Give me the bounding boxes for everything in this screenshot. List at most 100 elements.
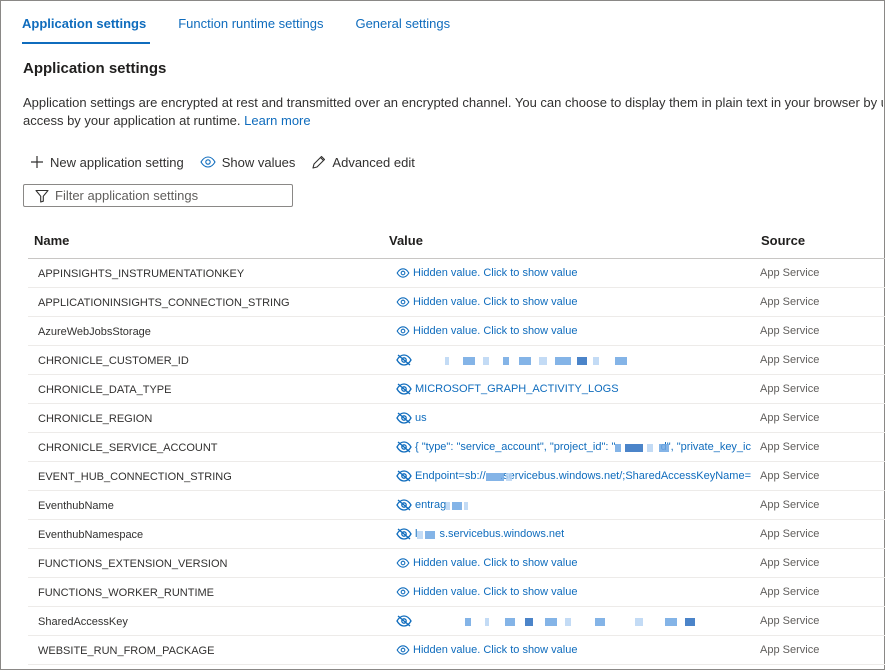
- setting-source: App Service: [760, 354, 820, 366]
- eye-icon[interactable]: [396, 297, 413, 307]
- eye-icon: [200, 156, 216, 168]
- eye-icon[interactable]: [396, 645, 413, 655]
- toolbar: New application setting Show values Adva…: [30, 152, 431, 172]
- setting-source: App Service: [760, 296, 820, 308]
- setting-name: EventhubNamespace: [38, 529, 144, 541]
- setting-value[interactable]: [396, 351, 751, 369]
- new-application-setting-label: New application setting: [50, 154, 184, 170]
- setting-value-text: Hidden value. Click to show value: [413, 586, 578, 598]
- table-row[interactable]: EventhubName entrag App Service: [28, 491, 885, 520]
- setting-source: App Service: [760, 412, 820, 424]
- table-row[interactable]: FUNCTIONS_WORKER_RUNTIME Hidden value. C…: [28, 578, 885, 607]
- learn-more-link[interactable]: Learn more: [244, 113, 310, 128]
- setting-value-text: s.servicebus.windows.net: [439, 528, 565, 540]
- eye-icon[interactable]: [396, 587, 413, 597]
- setting-value[interactable]: [396, 612, 751, 630]
- tab-bar: Application settings Function runtime se…: [22, 14, 482, 44]
- eye-off-icon[interactable]: [396, 441, 415, 453]
- filter-input[interactable]: [55, 188, 275, 203]
- setting-name: APPINSIGHTS_INSTRUMENTATIONKEY: [38, 268, 245, 280]
- table-row[interactable]: WEBSITE_RUN_FROM_PACKAGE Hidden value. C…: [28, 636, 885, 665]
- table-row[interactable]: EVENT_HUB_CONNECTION_STRING Endpoint=sb:…: [28, 462, 885, 491]
- setting-value[interactable]: MICROSOFT_GRAPH_ACTIVITY_LOGS: [396, 380, 751, 398]
- setting-value[interactable]: us: [396, 409, 751, 427]
- setting-name: EVENT_HUB_CONNECTION_STRING: [38, 471, 232, 483]
- setting-value[interactable]: { "type": "service_account", "project_id…: [396, 438, 751, 456]
- filter-box: [23, 184, 293, 207]
- setting-name: EventhubName: [38, 500, 114, 512]
- setting-value-text: Hidden value. Click to show value: [413, 267, 578, 279]
- setting-value-text: Endpoint=sb://: [415, 470, 486, 482]
- redacted-value: [446, 499, 470, 511]
- table-row[interactable]: EventhubNamespace l s.servicebus.windows.…: [28, 520, 885, 549]
- setting-value[interactable]: Endpoint=sb:// .servicebus.windows.net/;S…: [396, 467, 751, 485]
- redacted-value: [415, 354, 705, 366]
- setting-source: App Service: [760, 383, 820, 395]
- column-header-name[interactable]: Name: [34, 233, 69, 248]
- eye-off-icon[interactable]: [396, 354, 415, 366]
- setting-value[interactable]: Hidden value. Click to show value: [396, 554, 751, 572]
- filter-icon: [35, 189, 49, 203]
- eye-icon[interactable]: [396, 558, 413, 568]
- setting-name: CHRONICLE_DATA_TYPE: [38, 384, 172, 396]
- table-row[interactable]: FUNCTIONS_EXTENSION_VERSION Hidden value…: [28, 549, 885, 578]
- redacted-value: [615, 441, 670, 453]
- setting-name: FUNCTIONS_WORKER_RUNTIME: [38, 587, 215, 599]
- page-title: Application settings: [23, 60, 167, 77]
- tab-general-settings[interactable]: General settings: [355, 14, 450, 42]
- setting-value[interactable]: l s.servicebus.windows.net: [396, 525, 751, 543]
- setting-value[interactable]: entrag: [396, 496, 751, 514]
- eye-off-icon[interactable]: [396, 383, 415, 395]
- setting-value-text: { "type": "service_account", "project_id…: [415, 441, 616, 453]
- setting-source: App Service: [760, 325, 820, 337]
- table-row[interactable]: APPLICATIONINSIGHTS_CONNECTION_STRING Hi…: [28, 288, 885, 317]
- eye-icon[interactable]: [396, 268, 413, 278]
- setting-value[interactable]: Hidden value. Click to show value: [396, 293, 751, 311]
- redacted-value: [417, 528, 439, 540]
- eye-off-icon[interactable]: [396, 412, 415, 424]
- column-header-source[interactable]: Source: [761, 233, 805, 248]
- new-application-setting-button[interactable]: New application setting: [30, 155, 184, 170]
- show-values-label: Show values: [221, 154, 296, 170]
- setting-value-text: d", "private_key_ic: [660, 441, 751, 453]
- setting-name: CHRONICLE_REGION: [38, 413, 153, 425]
- setting-value[interactable]: Hidden value. Click to show value: [396, 583, 751, 601]
- table-row[interactable]: AzureWebJobsStorage Hidden value. Click …: [28, 317, 885, 346]
- table-row[interactable]: CHRONICLE_DATA_TYPE MICROSOFT_GRAPH_ACTI…: [28, 375, 885, 404]
- show-values-button[interactable]: Show values: [200, 154, 296, 170]
- setting-source: App Service: [760, 528, 820, 540]
- description: Application settings are encrypted at re…: [23, 94, 883, 130]
- setting-value-text: Hidden value. Click to show value: [413, 644, 578, 656]
- setting-value-text: Hidden value. Click to show value: [413, 557, 578, 569]
- table-row[interactable]: CHRONICLE_CUSTOMER_ID App Service: [28, 346, 885, 375]
- advanced-edit-button[interactable]: Advanced edit: [311, 155, 415, 170]
- eye-off-icon[interactable]: [396, 615, 415, 627]
- eye-off-icon[interactable]: [396, 470, 415, 482]
- table-row[interactable]: APPINSIGHTS_INSTRUMENTATIONKEY Hidden va…: [28, 259, 885, 288]
- setting-value-text: Hidden value. Click to show value: [413, 325, 578, 337]
- setting-value-text: .servicebus.windows.net/;SharedAccessKey…: [500, 470, 751, 482]
- setting-source: App Service: [760, 615, 820, 627]
- setting-value[interactable]: Hidden value. Click to show value: [396, 264, 751, 282]
- setting-source: App Service: [760, 267, 820, 279]
- plus-icon: [31, 156, 43, 168]
- tab-application-settings[interactable]: Application settings: [22, 14, 151, 44]
- eye-off-icon[interactable]: [396, 528, 415, 540]
- tab-function-runtime-settings[interactable]: Function runtime settings: [178, 14, 323, 42]
- setting-name: WEBSITE_RUN_FROM_PACKAGE: [38, 645, 215, 657]
- setting-source: App Service: [760, 441, 820, 453]
- setting-value-text: entrag: [415, 499, 447, 511]
- table-row[interactable]: CHRONICLE_SERVICE_ACCOUNT { "type": "ser…: [28, 433, 885, 462]
- column-header-value[interactable]: Value: [389, 233, 423, 248]
- eye-icon[interactable]: [396, 326, 413, 336]
- eye-off-icon[interactable]: [396, 499, 415, 511]
- table-row[interactable]: SharedAccessKey App Service: [28, 607, 885, 636]
- setting-name: CHRONICLE_CUSTOMER_ID: [38, 355, 189, 367]
- setting-value-text: Hidden value. Click to show value: [413, 296, 578, 308]
- table-header: Name Value Source: [23, 226, 885, 259]
- setting-name: SharedAccessKey: [38, 616, 128, 628]
- setting-value[interactable]: Hidden value. Click to show value: [396, 322, 751, 340]
- description-line-2: access by your application at runtime.: [23, 113, 241, 128]
- table-row[interactable]: CHRONICLE_REGION us App Service: [28, 404, 885, 433]
- setting-value[interactable]: Hidden value. Click to show value: [396, 641, 751, 659]
